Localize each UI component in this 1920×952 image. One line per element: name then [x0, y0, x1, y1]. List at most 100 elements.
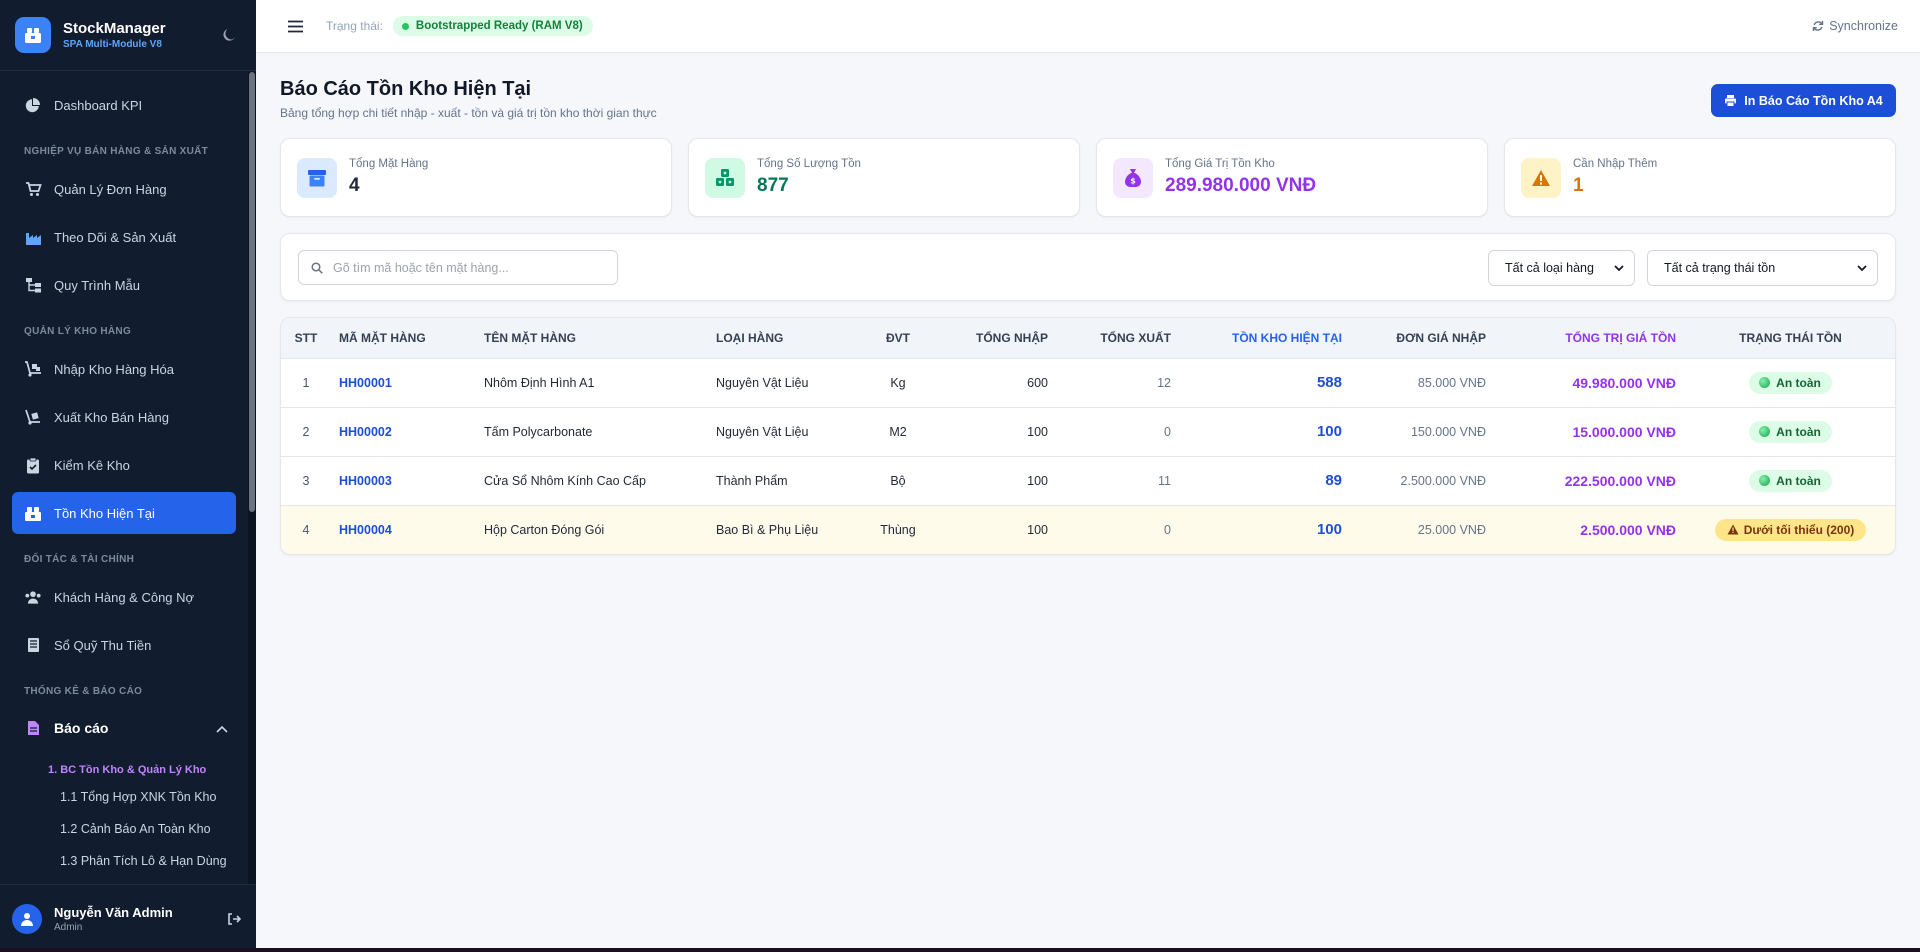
- report-item-lot[interactable]: 1.3 Phân Tích Lô & Hạn Dùng: [60, 853, 230, 869]
- cell-stt: 4: [302, 522, 310, 537]
- chevron-up-icon: [216, 720, 228, 736]
- moon-icon[interactable]: [217, 23, 241, 47]
- cell-stock: 588: [1316, 374, 1342, 391]
- sync-icon: [1813, 21, 1824, 31]
- status-badge-warning: Dưới tối thiểu (200): [1714, 518, 1867, 541]
- box-icon: [297, 157, 337, 198]
- cell-name: Tấm Polycarbonate: [484, 424, 593, 439]
- bottom-edge: [0, 948, 1920, 952]
- warning-icon: [1727, 524, 1739, 535]
- sidebar-scrollbar-thumb[interactable]: [249, 72, 255, 512]
- stat-value: 1: [1573, 175, 1584, 196]
- cell-code-link[interactable]: HH00002: [331, 407, 476, 456]
- report-group-stock[interactable]: 1. BC Tồn Kho & Quản Lý Kho: [48, 764, 206, 776]
- sidebar-item-process[interactable]: Quy Trình Mẫu: [12, 264, 236, 306]
- cell-total-in: 100: [1027, 473, 1048, 488]
- search-box[interactable]: [298, 250, 618, 285]
- cell-total-out: 11: [1158, 473, 1171, 488]
- topbar: Trạng thái: Bootstrapped Ready (RAM V8) …: [256, 0, 1920, 53]
- sidebar-item-customers[interactable]: Khách Hàng & Công Nợ: [12, 576, 236, 618]
- status-select-value: Tất cả trạng thái tồn: [1664, 261, 1776, 275]
- cell-stock: 100: [1316, 423, 1342, 440]
- app-logo-icon: [15, 17, 51, 53]
- synchronize-button[interactable]: Synchronize: [1812, 19, 1898, 33]
- section-label-partners: ĐỐI TÁC & TÀI CHÍNH: [24, 554, 135, 565]
- sidebar-item-export[interactable]: Xuất Kho Bán Hàng: [12, 396, 236, 438]
- cell-code-link[interactable]: HH00003: [331, 456, 476, 505]
- sidebar-item-stocktake[interactable]: Kiểm Kê Kho: [12, 444, 236, 486]
- stat-card-total-value: $ Tổng Giá Trị Tồn Kho 289.980.000 VNĐ: [1096, 138, 1488, 217]
- sidebar-item-label: Khách Hàng & Công Nợ: [54, 589, 195, 605]
- sidebar-item-production[interactable]: Theo Dõi & Sản Xuất: [12, 216, 236, 258]
- table-row[interactable]: 3 HH00003 Cửa Sổ Nhôm Kính Cao Cấp Thành…: [281, 456, 1895, 505]
- avatar[interactable]: [12, 903, 42, 934]
- logout-icon[interactable]: [224, 909, 244, 929]
- report-item-safety[interactable]: 1.2 Cảnh Báo An Toàn Kho: [60, 821, 230, 837]
- search-icon: [311, 261, 323, 274]
- print-report-label: In Báo Cáo Tồn Kho A4: [1744, 93, 1883, 108]
- table-row[interactable]: 4 HH00004 Hộp Carton Đóng Gói Bao Bì & P…: [281, 505, 1895, 554]
- sidebar-item-cashbook[interactable]: Sổ Quỹ Thu Tiền: [12, 624, 236, 666]
- col-header-total-in[interactable]: TỔNG NHẬP: [934, 318, 1056, 358]
- cell-unit: Bộ: [890, 473, 906, 488]
- status-badge: Bootstrapped Ready (RAM V8): [392, 16, 593, 36]
- cell-stt: 3: [302, 473, 310, 488]
- app-name: StockManager: [63, 20, 166, 37]
- factory-icon: [24, 228, 42, 246]
- stat-label: Tổng Giá Trị Tồn Kho: [1165, 158, 1275, 170]
- cell-category: Nguyên Vật Liệu: [716, 375, 809, 390]
- table-row[interactable]: 1 HH00001 Nhôm Định Hình A1 Nguyên Vật L…: [281, 358, 1895, 407]
- clipboard-check-icon: [24, 456, 42, 474]
- table-header-row: STT MÃ MẶT HÀNG TÊN MẶT HÀNG LOẠI HÀNG Đ…: [281, 318, 1895, 358]
- sidebar: StockManager SPA Multi-Module V8 Dashboa…: [0, 0, 256, 952]
- section-label-reports: THỐNG KÊ & BÁO CÁO: [24, 686, 143, 697]
- sidebar-item-reports[interactable]: Báo cáo: [12, 708, 236, 748]
- col-header-unit-price[interactable]: ĐƠN GIÁ NHẬP: [1350, 318, 1494, 358]
- sidebar-item-label: Kiểm Kê Kho: [54, 457, 130, 473]
- stock-table-card: STT MÃ MẶT HÀNG TÊN MẶT HÀNG LOẠI HÀNG Đ…: [280, 317, 1896, 555]
- sidebar-item-label: Sổ Quỹ Thu Tiền: [54, 637, 152, 653]
- stat-label: Tổng Số Lượng Tồn: [757, 158, 861, 170]
- cell-total-in: 100: [1027, 522, 1048, 537]
- col-header-total-value[interactable]: TỔNG TRỊ GIÁ TỒN: [1494, 318, 1684, 358]
- cell-name: Nhôm Định Hình A1: [484, 375, 595, 390]
- users-icon: [24, 588, 42, 606]
- cell-code-link[interactable]: HH00004: [331, 505, 476, 554]
- table-row[interactable]: 2 HH00002 Tấm Polycarbonate Nguyên Vật L…: [281, 407, 1895, 456]
- cell-stock: 100: [1316, 521, 1342, 539]
- status-select[interactable]: Tất cả trạng thái tồn: [1647, 250, 1878, 286]
- col-header-code[interactable]: MÃ MẶT HÀNG: [331, 318, 476, 358]
- sidebar-item-label: Dashboard KPI: [54, 97, 143, 113]
- hand-truck-icon: [24, 408, 42, 426]
- status-badge-label: Dưới tối thiểu (200): [1743, 522, 1855, 537]
- user-name: Nguyễn Văn Admin: [54, 904, 173, 920]
- stat-card-need-restock: Cần Nhập Thêm 1: [1504, 138, 1896, 217]
- menu-icon[interactable]: [286, 17, 304, 35]
- col-header-name[interactable]: TÊN MẶT HÀNG: [476, 318, 708, 358]
- cell-category: Nguyên Vật Liệu: [716, 424, 809, 439]
- print-report-button[interactable]: In Báo Cáo Tồn Kho A4: [1711, 84, 1896, 117]
- col-header-unit[interactable]: ĐVT: [862, 318, 934, 358]
- col-header-status[interactable]: TRẠNG THÁI TỒN: [1684, 318, 1895, 358]
- status-badge-label: An toàn: [1776, 473, 1821, 488]
- category-select[interactable]: Tất cả loại hàng: [1488, 250, 1635, 286]
- svg-text:$: $: [1130, 176, 1136, 185]
- cell-name: Hộp Carton Đóng Gói: [484, 522, 605, 537]
- col-header-stt[interactable]: STT: [281, 318, 331, 358]
- status-label: Trạng thái:: [326, 19, 383, 33]
- section-label-sales: NGHIỆP VỤ BÁN HÀNG & SẢN XUẤT: [24, 146, 209, 157]
- sidebar-item-import[interactable]: Nhập Kho Hàng Hóa: [12, 348, 236, 390]
- sidebar-item-current-stock[interactable]: Tồn Kho Hiện Tại: [12, 492, 236, 534]
- sidebar-item-orders[interactable]: Quản Lý Đơn Hàng: [12, 168, 236, 210]
- cell-total-value: 2.500.000 VNĐ: [1580, 521, 1676, 538]
- cell-total-out: 12: [1157, 375, 1171, 390]
- col-header-category[interactable]: LOẠI HÀNG: [708, 318, 862, 358]
- stat-card-total-quantity: Tổng Số Lượng Tồn 877: [688, 138, 1080, 217]
- cell-code-link[interactable]: HH00001: [331, 358, 476, 407]
- search-input[interactable]: [333, 260, 603, 275]
- col-header-stock[interactable]: TỒN KHO HIỆN TẠI: [1179, 318, 1350, 358]
- sidebar-item-dashboard[interactable]: Dashboard KPI: [12, 84, 236, 126]
- report-item-xnk[interactable]: 1.1 Tổng Hợp XNK Tồn Kho: [60, 789, 230, 805]
- sidebar-item-label: Quy Trình Mẫu: [54, 277, 140, 293]
- col-header-total-out[interactable]: TỔNG XUẤT: [1056, 318, 1179, 358]
